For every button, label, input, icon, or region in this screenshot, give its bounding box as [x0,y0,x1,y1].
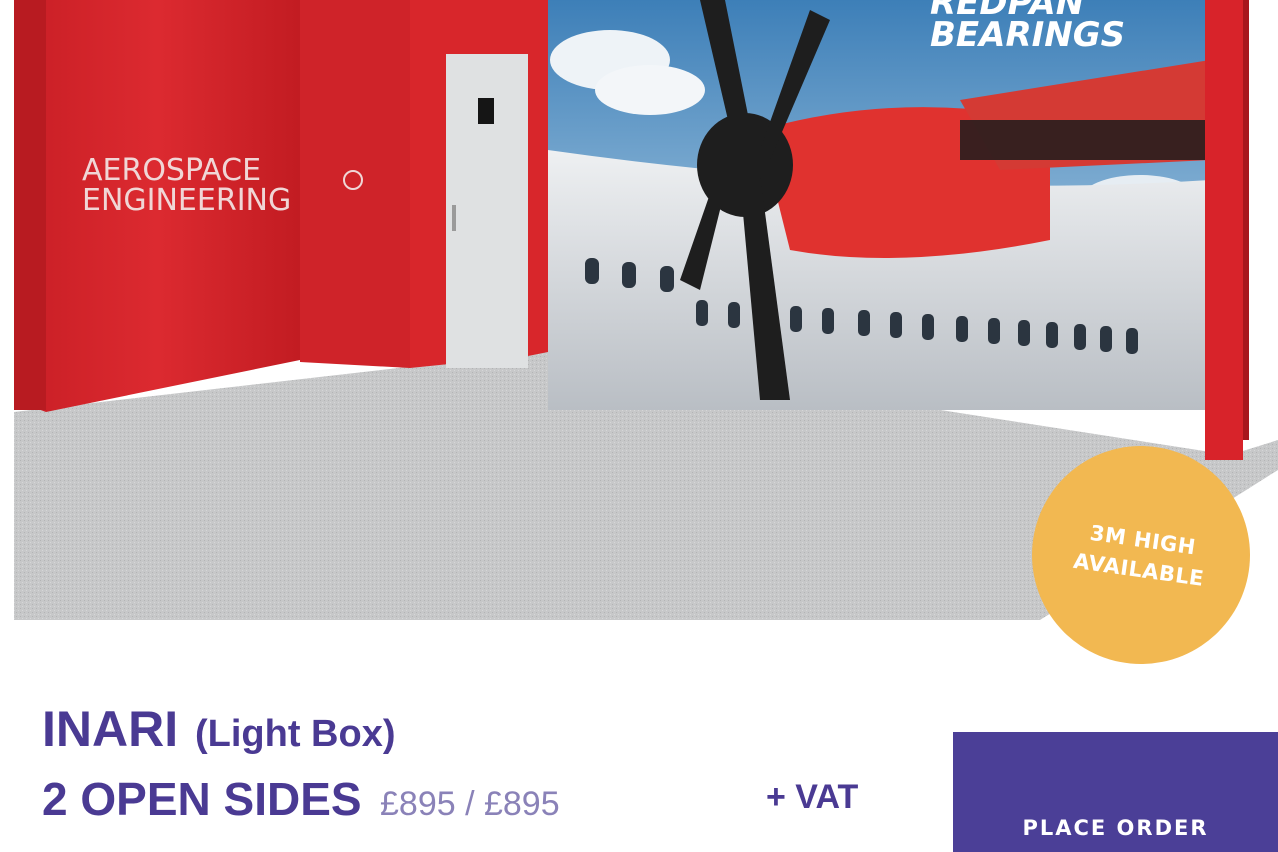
brand-logo-line2: BEARINGS [930,15,1125,55]
product-name: INARI [42,701,179,757]
vat-label: + VAT [766,778,859,816]
open-sides-label: 2 OPEN SIDES [42,773,362,825]
product-title: INARI (Light Box) [42,700,396,758]
wall-text-line2: ENGINEERING [82,183,291,218]
price-value: £895 / £895 [380,785,560,823]
height-badge: 3M HIGH AVAILABLE [1032,446,1250,664]
right-tower [1205,0,1243,460]
product-variant: (Light Box) [195,713,396,755]
place-order-button[interactable]: PLACE ORDER [953,732,1278,852]
price-row: 2 OPEN SIDES £895 / £895 + VAT [42,772,858,826]
